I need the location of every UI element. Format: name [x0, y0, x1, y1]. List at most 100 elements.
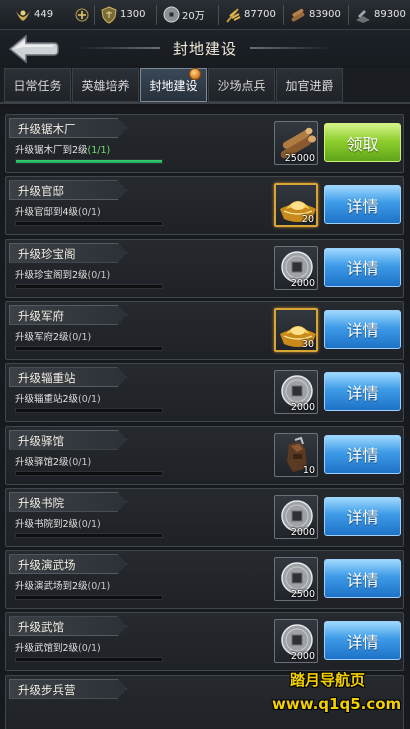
reward-quantity: 2000 — [290, 651, 315, 663]
details-button[interactable]: 详情 — [324, 309, 401, 349]
task-requirement: 升级驿馆2级 — [15, 456, 69, 468]
task-description: 升级驿馆2级(0/1) — [15, 454, 91, 468]
task-requirement: 升级演武场到2级 — [15, 581, 88, 593]
task-title: 升级书院 — [9, 491, 127, 512]
details-button[interactable]: 详情 — [324, 185, 401, 225]
task-progress-bar — [15, 595, 163, 601]
details-button[interactable]: 详情 — [324, 496, 401, 536]
task-progress: (0/1) — [78, 518, 101, 530]
task-list[interactable]: 升级锯木厂 升级锯木厂到2级(1/1) 25000 领取 升级官邸 升级官邸到4级(0/1… — [0, 106, 410, 729]
reward-quantity: 30 — [301, 338, 314, 350]
task-card: 升级辎重站升级辎重站2级(0/1) 2000 详情 — [5, 363, 404, 423]
shield-icon — [100, 5, 118, 24]
reward-slot[interactable]: 25000 — [274, 121, 318, 165]
task-description: 升级官邸到4级(0/1) — [15, 204, 101, 218]
task-description: 升级军府2级(0/1) — [15, 329, 91, 343]
laurel-icon — [14, 6, 32, 24]
title-bar: 封地建设 — [0, 30, 410, 68]
task-progress: (0/1) — [87, 269, 111, 281]
details-button[interactable]: 详情 — [324, 434, 401, 474]
resource-bar: 449 1300 20万 87700 83900 89300 — [0, 0, 410, 30]
reward-quantity: 20 — [301, 214, 314, 226]
reward-slot[interactable]: 2000 — [274, 619, 318, 664]
task-description: 升级演武场到2级(0/1) — [15, 578, 110, 592]
reward-quantity: 2000 — [290, 402, 315, 414]
notification-badge — [189, 68, 201, 80]
reward-quantity: 2500 — [290, 589, 315, 601]
reward-quantity: 25000 — [284, 153, 315, 164]
task-progress: (1/1) — [87, 145, 111, 156]
task-title: 升级珍宝阁 — [9, 242, 127, 263]
resource-laurel: 449 — [14, 0, 53, 30]
task-card: 升级武馆 升级武馆到2级(0/1) 2000 详情 — [5, 612, 404, 672]
task-card: 升级锯木厂升级锯木厂到2级(1/1) 25000 领取 — [5, 114, 404, 173]
task-progress: (0/1) — [78, 643, 101, 655]
reward-slot[interactable]: 30 — [274, 307, 318, 352]
reward-slot[interactable]: 20 — [274, 183, 318, 228]
task-title: 升级官邸 — [9, 180, 127, 201]
task-requirement: 升级锯木厂到2级 — [15, 145, 88, 156]
task-progress-bar — [15, 283, 163, 289]
task-requirement: 升级武馆到2级 — [15, 643, 79, 655]
task-title: 升级辎重站 — [9, 367, 127, 388]
task-progress: (0/1) — [68, 456, 92, 468]
title-ornament-right — [250, 47, 332, 49]
add-resource-button[interactable] — [73, 0, 93, 30]
task-card: 升级军府升级军府2级(0/1) 30 详情 — [5, 300, 404, 360]
task-progress-bar — [15, 657, 163, 663]
details-button[interactable]: 详情 — [324, 372, 401, 412]
task-description: 升级辎重站2级(0/1) — [15, 391, 101, 405]
task-title: 升级驿馆 — [9, 429, 127, 450]
task-progress-fill — [16, 160, 162, 163]
task-description: 升级武馆到2级(0/1) — [15, 640, 101, 654]
task-title: 升级演武场 — [9, 554, 127, 575]
task-progress-bar — [15, 345, 163, 351]
task-progress: (0/1) — [78, 394, 101, 406]
resource-grain: 87700 — [224, 0, 276, 30]
task-progress: (0/1) — [78, 207, 101, 219]
watermark-title: 踏月导航页 — [290, 671, 366, 689]
reward-slot[interactable]: 2000 — [274, 370, 318, 415]
add-icon[interactable] — [73, 6, 91, 24]
details-button[interactable]: 详情 — [324, 621, 401, 661]
tab-promotion[interactable]: 加官进爵 — [276, 68, 343, 102]
task-progress-bar — [15, 221, 163, 227]
task-card: 升级珍宝阁升级珍宝阁到2级(0/1) 2000 详情 — [5, 238, 404, 298]
task-progress: (0/1) — [68, 331, 92, 343]
task-description: 升级锯木厂到2级(1/1) — [15, 142, 110, 156]
grain-icon — [224, 6, 242, 24]
task-progress-bar — [15, 532, 163, 538]
task-progress-bar — [15, 470, 163, 476]
claim-button[interactable]: 领取 — [324, 123, 401, 162]
task-card: 升级官邸升级官邸到4级(0/1) 20 详情 — [5, 176, 404, 236]
tab-fief-construction[interactable]: 封地建设 — [140, 68, 207, 102]
resource-coin: 20万 — [162, 0, 205, 30]
wood-icon — [289, 6, 307, 24]
task-title: 升级锯木厂 — [9, 118, 127, 138]
tab-battlefield-muster[interactable]: 沙场点兵 — [208, 68, 275, 102]
task-requirement: 升级书院到2级 — [15, 518, 79, 530]
reward-slot[interactable]: 2000 — [274, 245, 318, 290]
reward-slot[interactable]: 10 — [274, 432, 318, 477]
task-card: 升级驿馆升级驿馆2级(0/1) 10 详情 — [5, 425, 404, 485]
task-requirement: 升级军府2级 — [15, 331, 69, 343]
reward-quantity: 2000 — [290, 526, 315, 538]
task-description: 升级书院到2级(0/1) — [15, 516, 101, 530]
resource-shield: 1300 — [100, 0, 145, 30]
task-progress-bar — [15, 408, 163, 414]
resource-iron: 89300 — [354, 0, 406, 30]
page-title: 封地建设 — [172, 40, 237, 58]
reward-quantity: 2000 — [290, 277, 315, 289]
tab-daily-tasks[interactable]: 日常任务 — [4, 68, 71, 102]
task-requirement: 升级辎重站2级 — [15, 394, 79, 406]
task-description: 升级珍宝阁到2级(0/1) — [15, 267, 110, 281]
task-title: 升级步兵营 — [9, 678, 127, 699]
task-requirement: 升级官邸到4级 — [15, 207, 79, 219]
reward-slot[interactable]: 2500 — [274, 557, 318, 602]
task-title: 升级军府 — [9, 304, 127, 325]
reward-slot[interactable]: 2000 — [274, 494, 318, 539]
tab-hero-training[interactable]: 英雄培养 — [72, 68, 139, 102]
iron-icon — [354, 6, 372, 24]
details-button[interactable]: 详情 — [324, 559, 401, 599]
details-button[interactable]: 详情 — [324, 247, 401, 287]
